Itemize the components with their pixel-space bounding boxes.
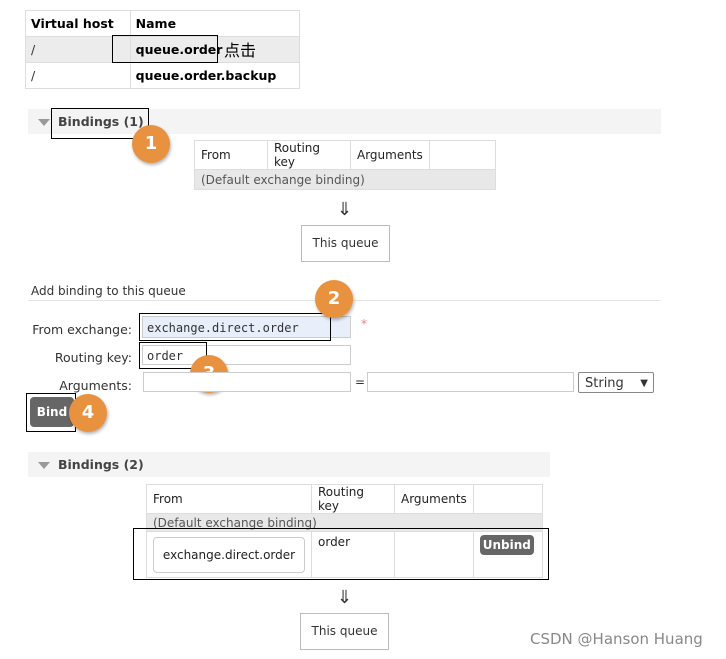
bindings-1-table: From Routing key Arguments (Default exchan… bbox=[194, 140, 497, 190]
highlight-box bbox=[139, 313, 331, 341]
step-badge: 2 bbox=[315, 280, 353, 318]
step-badge: 4 bbox=[69, 394, 107, 432]
argument-key-input[interactable] bbox=[143, 372, 351, 392]
argument-value-input[interactable] bbox=[367, 372, 574, 392]
down-arrow-icon: ⇓ bbox=[337, 199, 353, 220]
add-binding-title: Add binding to this queue bbox=[31, 284, 186, 298]
annotation-click: 点击 bbox=[224, 41, 257, 60]
queue-link[interactable]: queue.order.backup bbox=[129, 62, 301, 89]
type-select[interactable]: String ▼ bbox=[578, 372, 654, 393]
step-badge: 1 bbox=[132, 125, 170, 163]
collapse-icon bbox=[38, 119, 50, 126]
arguments-label: Arguments: bbox=[59, 378, 132, 393]
table-row[interactable]: / queue.order.backup bbox=[25, 62, 301, 89]
equals-sign: = bbox=[355, 375, 366, 389]
col-name: Name bbox=[129, 10, 301, 37]
bindings-2-header[interactable]: Bindings (2) bbox=[28, 452, 550, 477]
highlight-box bbox=[112, 35, 218, 63]
col-vhost: Virtual host bbox=[25, 10, 131, 37]
from-exchange-label: From exchange: bbox=[32, 322, 132, 337]
this-queue-box: This queue bbox=[301, 225, 390, 262]
watermark: CSDN @Hanson Huang bbox=[530, 630, 703, 648]
routing-key-label: Routing key: bbox=[54, 350, 132, 365]
required-marker: * bbox=[361, 317, 367, 331]
collapse-icon bbox=[38, 462, 50, 469]
highlight-box bbox=[133, 528, 549, 580]
down-arrow-icon: ⇓ bbox=[337, 587, 353, 608]
this-queue-box: This queue bbox=[300, 613, 389, 650]
chevron-down-icon: ▼ bbox=[640, 378, 648, 389]
